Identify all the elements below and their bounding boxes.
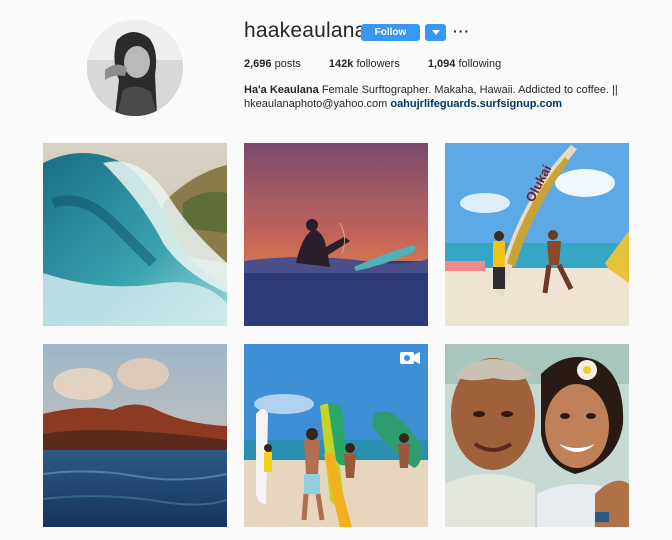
caret-down-icon (431, 30, 440, 35)
post-sunset-surfer[interactable] (244, 143, 428, 326)
followers-stat[interactable]: 142k followers (329, 58, 400, 70)
video-icon (400, 352, 420, 364)
profile-avatar[interactable] (87, 20, 183, 116)
profile-username: haakeaulana (244, 19, 367, 42)
following-stat[interactable]: 1,094 following (428, 58, 501, 70)
post-wave-barrel[interactable] (43, 143, 227, 326)
following-count: 1,094 (427, 58, 456, 70)
posts-stat: 2,696 posts (244, 58, 301, 70)
profile-stats: 2,696 posts 142k followers 1,094 followi… (244, 58, 529, 70)
post-surfboards-beach[interactable] (244, 344, 428, 527)
more-options-button[interactable]: ··· (453, 23, 470, 39)
followers-count: 142k (328, 58, 354, 70)
bio-email: hkeaulanaphoto@yahoo.com (244, 98, 388, 110)
profile-bio: Ha'a Keaulana Female Surftographer. Maka… (244, 83, 664, 111)
followers-label: followers (356, 58, 400, 70)
post-diamond-head[interactable] (43, 344, 227, 527)
post-beach-banners[interactable]: Olukai (445, 143, 629, 326)
post-couple-portrait[interactable] (445, 344, 629, 527)
bio-name: Ha'a Keaulana (244, 84, 319, 96)
bio-text: Female Surftographer. Makaha, Hawaii. Ad… (321, 84, 618, 96)
posts-count: 2,696 (244, 58, 272, 70)
following-label: following (458, 58, 502, 70)
follow-button[interactable]: Follow (361, 24, 420, 41)
bio-link[interactable]: oahujrlifeguards.surfsignup.com (390, 98, 562, 110)
suggestions-dropdown-button[interactable] (425, 24, 446, 41)
posts-label: posts (274, 58, 301, 70)
